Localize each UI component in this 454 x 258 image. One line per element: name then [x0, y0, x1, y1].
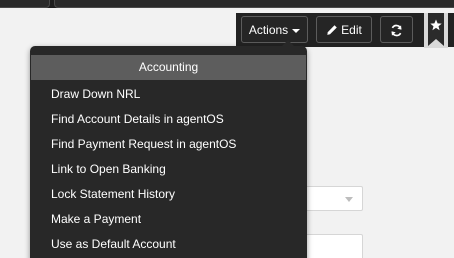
top-tab-left[interactable]: [0, 0, 50, 8]
menu-item-use-default-account[interactable]: Use as Default Account: [30, 232, 307, 257]
star-bookmark-icon: [428, 13, 444, 46]
actions-button[interactable]: Actions: [241, 16, 308, 43]
menu-section-header: Accounting: [31, 55, 306, 80]
menu-item-link-open-banking[interactable]: Link to Open Banking: [30, 157, 307, 182]
menu-item-find-account-details[interactable]: Find Account Details in agentOS: [30, 107, 307, 132]
refresh-icon: [391, 24, 402, 37]
actions-label: Actions: [248, 23, 289, 37]
edit-button[interactable]: Edit: [316, 16, 372, 43]
edit-label: Edit: [341, 23, 362, 37]
bookmark-button[interactable]: [424, 13, 448, 48]
top-strip: [0, 0, 454, 8]
menu-item-draw-down-nrl[interactable]: Draw Down NRL: [30, 82, 307, 107]
menu-item-make-payment[interactable]: Make a Payment: [30, 207, 307, 232]
page: Actions Edit Accounting Draw Down NRL Fi…: [0, 0, 454, 258]
menu-item-find-payment-request[interactable]: Find Payment Request in agentOS: [30, 132, 307, 157]
dropdown-arrow: [282, 40, 294, 46]
menu-item-lock-statement-history[interactable]: Lock Statement History: [30, 182, 307, 207]
top-tab-right[interactable]: [54, 0, 454, 8]
pencil-icon: [327, 25, 337, 35]
form-input[interactable]: [300, 234, 363, 258]
caret-down-icon: [292, 28, 301, 33]
actions-dropdown-menu: Accounting Draw Down NRL Find Account De…: [30, 40, 307, 258]
chevron-down-icon: [345, 197, 353, 202]
menu-list: Draw Down NRL Find Account Details in ag…: [30, 82, 307, 257]
refresh-button[interactable]: [380, 16, 413, 43]
form-select[interactable]: [300, 186, 363, 211]
